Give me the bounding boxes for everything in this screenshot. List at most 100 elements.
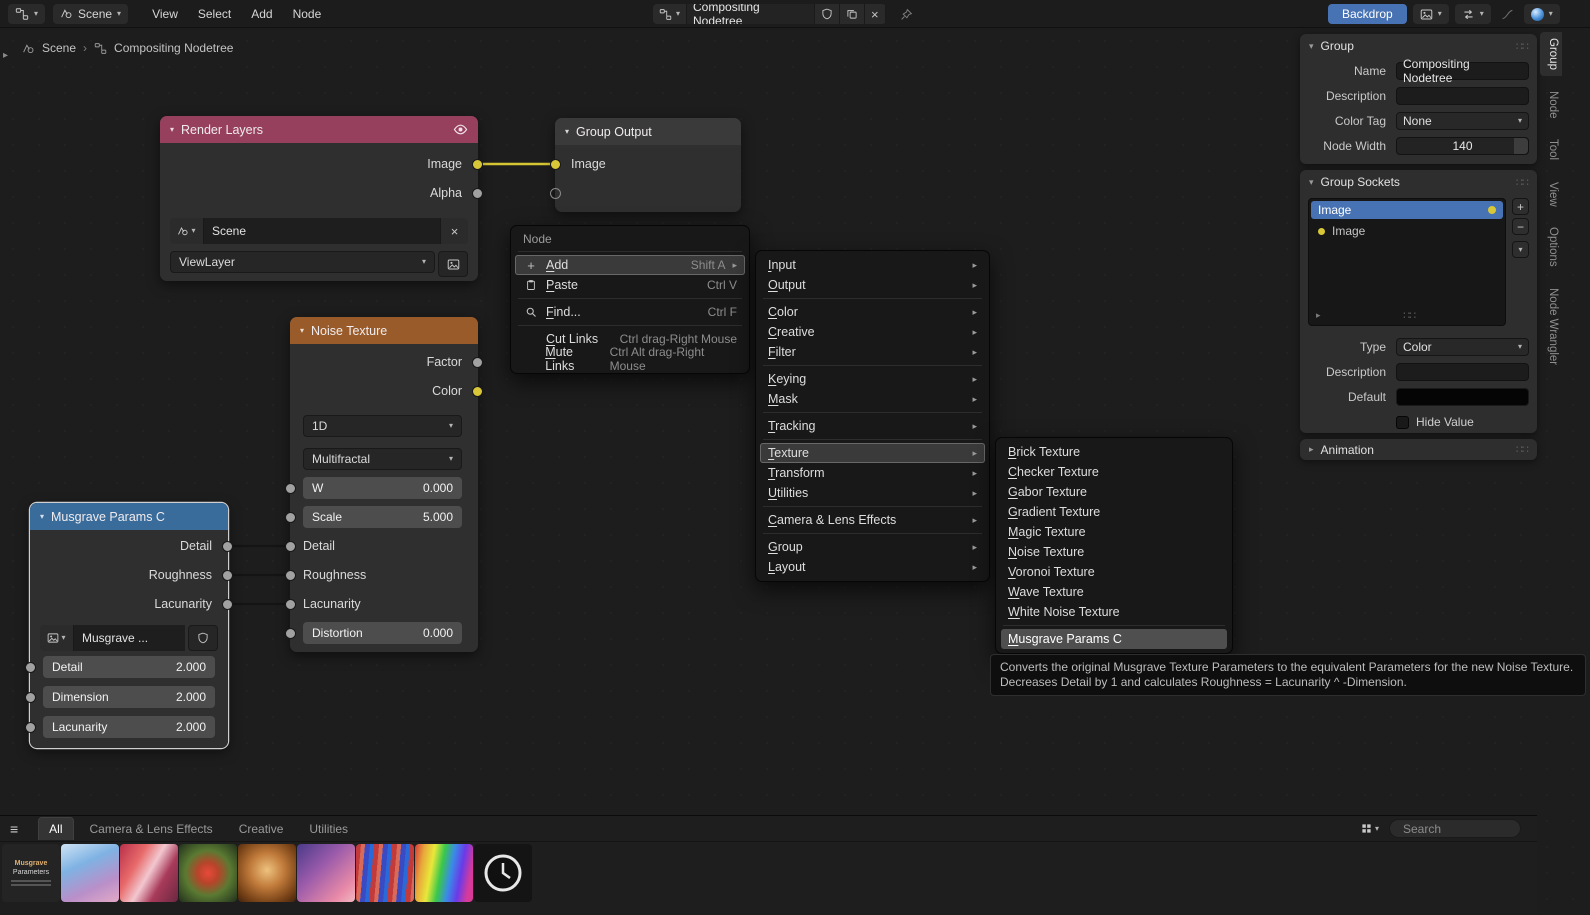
resize-grip-icon[interactable]: ∷∷ xyxy=(1403,309,1416,322)
submenu-item-gabor-texture[interactable]: Gabor Texture xyxy=(996,482,1232,502)
menu-item-add[interactable]: + Add Shift A ▸ xyxy=(515,255,745,275)
socket-alpha-output[interactable] xyxy=(472,188,483,199)
socket-w-input[interactable] xyxy=(285,483,296,494)
socket-description-field[interactable] xyxy=(1396,363,1529,381)
asset-thumbnail[interactable] xyxy=(120,844,178,902)
expand-region-icon[interactable]: ▸ xyxy=(3,50,8,61)
distortion-field[interactable]: Distortion 0.000 xyxy=(303,622,462,644)
proportional-edit-button[interactable] xyxy=(1497,4,1518,24)
tab-node[interactable]: Node xyxy=(1540,85,1562,125)
socket-lacunarity-input[interactable] xyxy=(25,722,36,733)
shelf-tab-creative[interactable]: Creative xyxy=(229,818,294,840)
tab-tool[interactable]: Tool xyxy=(1540,133,1562,166)
add-socket-button[interactable]: + xyxy=(1512,198,1529,215)
submenu-item-white-noise-texture[interactable]: White Noise Texture xyxy=(996,602,1232,622)
default-color-swatch[interactable] xyxy=(1396,388,1529,406)
submenu-item-transform[interactable]: Transform ▸ xyxy=(756,463,989,483)
tab-group[interactable]: Group xyxy=(1540,32,1562,76)
new-copy-button[interactable] xyxy=(840,4,866,24)
lacunarity-field[interactable]: Lacunarity 2.000 xyxy=(43,716,215,738)
scale-field[interactable]: Scale 5.000 xyxy=(303,506,462,528)
submenu-item-filter[interactable]: Filter ▸ xyxy=(756,342,989,362)
shading-sphere-dropdown[interactable]: ▾ xyxy=(1523,4,1560,24)
submenu-item-output[interactable]: Output ▸ xyxy=(756,275,989,295)
menu-item-mute-links[interactable]: Mute Links Ctrl Alt drag-Right Mouse xyxy=(511,345,749,373)
node-header[interactable]: ▾ Render Layers xyxy=(160,116,478,143)
node-header[interactable]: ▾ Group Output xyxy=(555,118,741,145)
submenu-item-group[interactable]: Group ▸ xyxy=(756,537,989,557)
node-musgrave-params[interactable]: ▾ Musgrave Params C Detail Roughness Lac… xyxy=(25,503,233,748)
socket-scale-input[interactable] xyxy=(285,512,296,523)
socket-lacunarity-input[interactable] xyxy=(285,599,296,610)
asset-thumbnail[interactable] xyxy=(179,844,237,902)
display-mode-button[interactable]: ▾ xyxy=(1361,823,1379,834)
submenu-item-utilities[interactable]: Utilities ▸ xyxy=(756,483,989,503)
submenu-item-keying[interactable]: Keying ▸ xyxy=(756,369,989,389)
socket-roughness-output[interactable] xyxy=(222,570,233,581)
submenu-item-voronoi-texture[interactable]: Voronoi Texture xyxy=(996,562,1232,582)
node-header[interactable]: ▾ Noise Texture xyxy=(290,317,478,344)
socket-dimension-input[interactable] xyxy=(25,692,36,703)
viewlayer-dropdown[interactable]: ViewLayer ▾ xyxy=(170,251,435,273)
group-description-field[interactable] xyxy=(1396,87,1529,105)
tab-options[interactable]: Options xyxy=(1540,221,1562,273)
drag-grip-icon[interactable]: ∷∷ xyxy=(1516,176,1529,189)
group-name-field[interactable]: Compositing Nodetree xyxy=(1396,57,1529,85)
color-tag-dropdown[interactable]: None ▾ xyxy=(1396,112,1529,130)
dimension-field[interactable]: Dimension 2.000 xyxy=(43,686,215,708)
socket-image-output[interactable] xyxy=(472,159,483,170)
socket-virtual-input[interactable] xyxy=(550,188,561,199)
remove-socket-button[interactable]: − xyxy=(1512,218,1529,235)
hide-value-checkbox[interactable] xyxy=(1396,415,1409,429)
node-group-output[interactable]: ▾ Group Output Image xyxy=(550,118,741,212)
asset-musgrave-parameters[interactable]: Musgrave Parameters xyxy=(2,844,60,902)
nodegroup-name-field[interactable]: Musgrave ... xyxy=(74,625,185,651)
scene-browse-button[interactable]: ▾ xyxy=(170,218,204,244)
menu-item-paste[interactable]: Paste Ctrl V xyxy=(511,275,749,295)
unlink-button[interactable]: × xyxy=(865,4,886,24)
collapse-icon[interactable]: ▾ xyxy=(300,326,304,335)
shelf-tab-camera-lens-effects[interactable]: Camera & Lens Effects xyxy=(80,818,223,840)
node-noise-texture[interactable]: ▾ Noise Texture Factor Color 1D ▾ Multif… xyxy=(285,317,483,652)
submenu-item-wave-texture[interactable]: Wave Texture xyxy=(996,582,1232,602)
node-width-field[interactable]: 140 xyxy=(1396,137,1529,155)
asset-thumbnail[interactable] xyxy=(238,844,296,902)
unlink-scene-button[interactable]: × xyxy=(440,218,468,244)
submenu-item-tracking[interactable]: Tracking ▸ xyxy=(756,416,989,436)
drag-grip-icon[interactable]: ∷∷ xyxy=(1516,443,1529,456)
submenu-item-noise-texture[interactable]: Noise Texture xyxy=(996,542,1232,562)
noise-type-dropdown[interactable]: Multifractal ▾ xyxy=(303,448,462,470)
submenu-item-input[interactable]: Input ▸ xyxy=(756,255,989,275)
socket-distortion-input[interactable] xyxy=(285,628,296,639)
nodegroup-browse-button[interactable]: ▾ xyxy=(40,625,74,651)
group-panel-header[interactable]: ▾ Group ∷∷ xyxy=(1300,34,1537,58)
socket-lacunarity-output[interactable] xyxy=(222,599,233,610)
snapping-dropdown[interactable]: ▾ xyxy=(1454,4,1491,24)
socket-detail-input[interactable] xyxy=(285,541,296,552)
drag-grip-icon[interactable]: ∷∷ xyxy=(1516,40,1529,53)
animation-panel-header[interactable]: ▸ Animation ∷∷ xyxy=(1300,439,1537,460)
menu-select[interactable]: Select xyxy=(190,4,239,24)
filter-expand-icon[interactable]: ▸ xyxy=(1316,310,1321,321)
asset-thumbnail[interactable] xyxy=(415,844,473,902)
shelf-tab-all[interactable]: All xyxy=(38,817,74,840)
submenu-item-musgrave-params[interactable]: Musgrave Params C xyxy=(1001,629,1227,649)
scene-name-field[interactable]: Scene xyxy=(204,218,440,244)
menu-add[interactable]: Add xyxy=(243,4,280,24)
tab-node-wrangler[interactable]: Node Wrangler xyxy=(1540,282,1562,371)
dimensions-dropdown[interactable]: 1D ▾ xyxy=(303,415,462,437)
submenu-item-mask[interactable]: Mask ▸ xyxy=(756,389,989,409)
w-field[interactable]: W 0.000 xyxy=(303,477,462,499)
search-input[interactable] xyxy=(1403,821,1558,836)
sockets-list[interactable]: Image Image ▸ ∷∷ xyxy=(1308,198,1506,326)
id-name-field[interactable]: Compositing Nodetree xyxy=(687,4,816,24)
shelf-tab-utilities[interactable]: Utilities xyxy=(299,818,358,840)
detail-field[interactable]: Detail 2.000 xyxy=(43,656,215,678)
breadcrumb-scene[interactable]: Scene xyxy=(42,41,76,55)
menu-item-find[interactable]: Find... Ctrl F xyxy=(511,302,749,322)
socket-list-item-image[interactable]: Image xyxy=(1311,201,1503,219)
scene-selector[interactable]: Scene ▾ xyxy=(53,3,129,24)
node-header[interactable]: ▾ Musgrave Params C xyxy=(30,503,228,530)
socket-roughness-input[interactable] xyxy=(285,570,296,581)
submenu-item-gradient-texture[interactable]: Gradient Texture xyxy=(996,502,1232,522)
